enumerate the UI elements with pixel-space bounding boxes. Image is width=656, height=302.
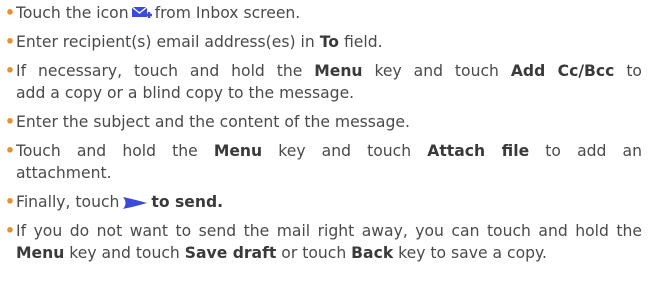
step-text: Touch the icon from Inbox screen.	[16, 4, 301, 22]
step-text-line-2: attachment.	[16, 164, 112, 182]
bullet: •	[5, 62, 15, 80]
bullet: •	[5, 33, 15, 51]
step-text: Enter recipient(s) email address(es) in …	[16, 33, 383, 51]
send-arrow-icon	[121, 195, 149, 211]
list-item: • If you do not want to send the mail ri…	[5, 220, 642, 264]
compose-mail-icon	[131, 4, 153, 22]
bullet: •	[5, 142, 15, 160]
document-page: • Touch the icon from Inbox screen. • Ent…	[0, 0, 656, 302]
list-item: • Enter the subject and the content of t…	[5, 111, 642, 133]
bullet: •	[5, 4, 15, 22]
bullet: •	[5, 113, 15, 131]
step-text: Finally, touch to send.	[16, 193, 224, 211]
list-item: • Enter recipient(s) email address(es) i…	[5, 31, 642, 53]
bullet: •	[5, 222, 15, 240]
list-item: • Touch the icon from Inbox screen.	[5, 2, 642, 24]
step-text-line-2: add a copy or a blind copy to the messag…	[16, 84, 355, 102]
step-text-line-1: If necessary, touch and hold the Menu ke…	[16, 62, 642, 80]
instruction-list: • Touch the icon from Inbox screen. • Ent…	[5, 2, 642, 264]
step-text-line-1: Touch and hold the Menu key and touch At…	[16, 142, 642, 160]
step-text-line-1: If you do not want to send the mail righ…	[16, 222, 642, 240]
list-item: • Touch and hold the Menu key and touch …	[5, 140, 642, 184]
list-item: • Finally, touch to send.	[5, 191, 642, 213]
list-item: • If necessary, touch and hold the Menu …	[5, 60, 642, 104]
bullet: •	[5, 193, 15, 211]
step-text: Enter the subject and the content of the…	[16, 113, 410, 131]
step-text-line-2: Menu key and touch Save draft or touch B…	[16, 244, 547, 262]
